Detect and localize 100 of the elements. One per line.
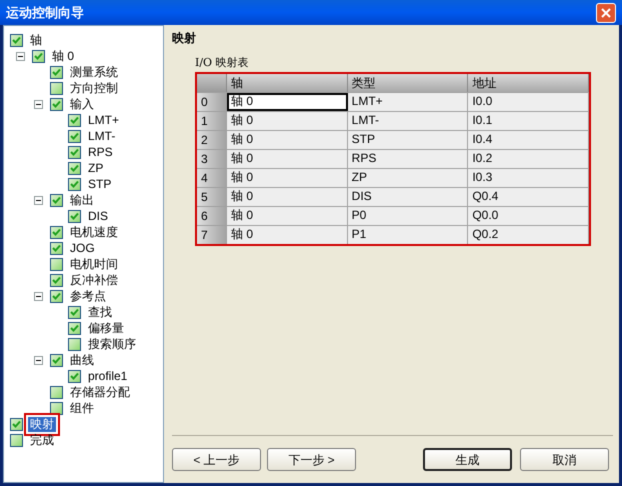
checkbox[interactable] [68,178,81,190]
tree-item[interactable]: JOG [68,240,97,256]
table-cell: 轴 0 [227,226,348,244]
table-cell: 轴 0 [227,206,348,224]
tree-item[interactable]: STP [86,176,114,192]
checkbox[interactable] [50,354,63,366]
table-cell: Q0.2 [468,226,590,244]
tree-item[interactable]: 电机速度 [68,224,120,240]
wizard-button[interactable]: 取消 [520,448,609,471]
tree-item[interactable]: 电机时间 [68,256,120,272]
checkbox[interactable] [32,50,45,62]
tree-item[interactable]: 完成 [28,432,56,448]
checkbox[interactable] [50,226,63,238]
table-cell: Q0.0 [468,206,590,224]
checkbox[interactable] [50,194,63,206]
checkbox[interactable] [50,82,63,94]
tree-item[interactable]: ZP [86,160,106,176]
tree-item[interactable]: 参考点 [68,288,108,304]
checkbox[interactable] [68,210,81,222]
checkbox[interactable] [68,146,81,158]
table-cell: 轴 0 [227,112,348,130]
table-cell: STP [348,130,468,148]
checkbox[interactable] [68,370,81,382]
table-cell: DIS [348,188,468,206]
checkbox[interactable] [68,306,81,318]
page-heading: 映射 [172,30,197,47]
collapse-icon[interactable] [16,52,25,60]
tree-item[interactable]: 输入 [68,96,96,112]
row-header[interactable]: 7 [197,226,227,244]
checkbox[interactable] [10,418,23,430]
tree-item[interactable]: 测量系统 [68,64,120,80]
tree-item[interactable]: DIS [86,208,110,224]
checkbox[interactable] [10,434,23,446]
table-cell: I0.2 [468,150,590,168]
row-header[interactable]: 2 [197,130,227,148]
row-header[interactable]: 6 [197,206,227,224]
table-cell: P1 [348,226,468,244]
collapse-icon[interactable] [34,100,43,108]
row-header[interactable]: 4 [197,168,227,186]
checkbox[interactable] [50,242,63,254]
table-cell: I0.0 [468,92,590,110]
tree-item[interactable]: 轴 0 [50,48,76,64]
tree-item[interactable]: 组件 [68,400,96,416]
checkbox[interactable] [68,130,81,142]
corner-header [197,74,227,92]
checkbox[interactable] [50,274,63,286]
tree-item[interactable]: LMT- [86,128,118,144]
column-header[interactable]: 轴 [227,74,348,92]
table-cell: LMT- [348,112,468,130]
table-cell: 轴 0 [227,150,348,168]
table-cell: I0.4 [468,130,590,148]
window-title: 运动控制向导 [6,4,84,22]
table-cell: LMT+ [348,92,468,110]
collapse-icon[interactable] [34,196,43,204]
wizard-button[interactable]: < 上一步 [172,448,261,471]
checkbox[interactable] [50,66,63,78]
tree-item[interactable]: 轴 [28,32,44,48]
tree-item[interactable]: RPS [86,144,115,160]
tree-item[interactable]: 反冲补偿 [68,272,120,288]
table-cell: RPS [348,150,468,168]
table-cell: ZP [348,168,468,186]
tree-item[interactable]: 输出 [68,192,96,208]
checkbox[interactable] [68,322,81,334]
row-header[interactable]: 0 [197,92,227,110]
checkbox[interactable] [50,402,63,414]
table-cell: 轴 0 [227,130,348,148]
column-header[interactable]: 地址 [468,74,590,92]
checkbox[interactable] [68,338,81,350]
table-cell: 轴 0 [227,92,348,110]
table-cell: P0 [348,206,468,224]
checkbox[interactable] [50,258,63,270]
checkbox[interactable] [68,114,81,126]
row-header[interactable]: 3 [197,150,227,168]
tree-item[interactable]: 搜索顺序 [86,336,138,352]
tree-item[interactable]: 曲线 [68,352,96,368]
table-cell: 轴 0 [227,188,348,206]
tree-item[interactable]: 存储器分配 [68,384,132,400]
row-header[interactable]: 1 [197,112,227,130]
tree-item[interactable]: 方向控制 [68,80,120,96]
collapse-icon[interactable] [34,356,43,364]
checkbox[interactable] [68,162,81,174]
checkbox[interactable] [50,290,63,302]
checkbox[interactable] [50,98,63,110]
table-cell: 轴 0 [227,168,348,186]
collapse-icon[interactable] [34,292,43,300]
table-cell: Q0.4 [468,188,590,206]
column-header[interactable]: 类型 [348,74,468,92]
wizard-button[interactable]: 下一步 > [267,448,356,471]
tree-item[interactable]: 映射 [28,416,56,432]
tree-item[interactable]: 查找 [86,304,114,320]
close-button[interactable] [596,2,616,22]
wizard-button[interactable]: 生成 [423,448,512,471]
tree-item[interactable]: profile1 [86,368,130,384]
tree-item[interactable]: LMT+ [86,112,122,128]
row-header[interactable]: 5 [197,188,227,206]
close-icon [601,8,611,18]
checkbox[interactable] [10,34,23,46]
tree-item[interactable]: 偏移量 [86,320,126,336]
checkbox[interactable] [50,386,63,398]
table-cell: I0.3 [468,168,590,186]
